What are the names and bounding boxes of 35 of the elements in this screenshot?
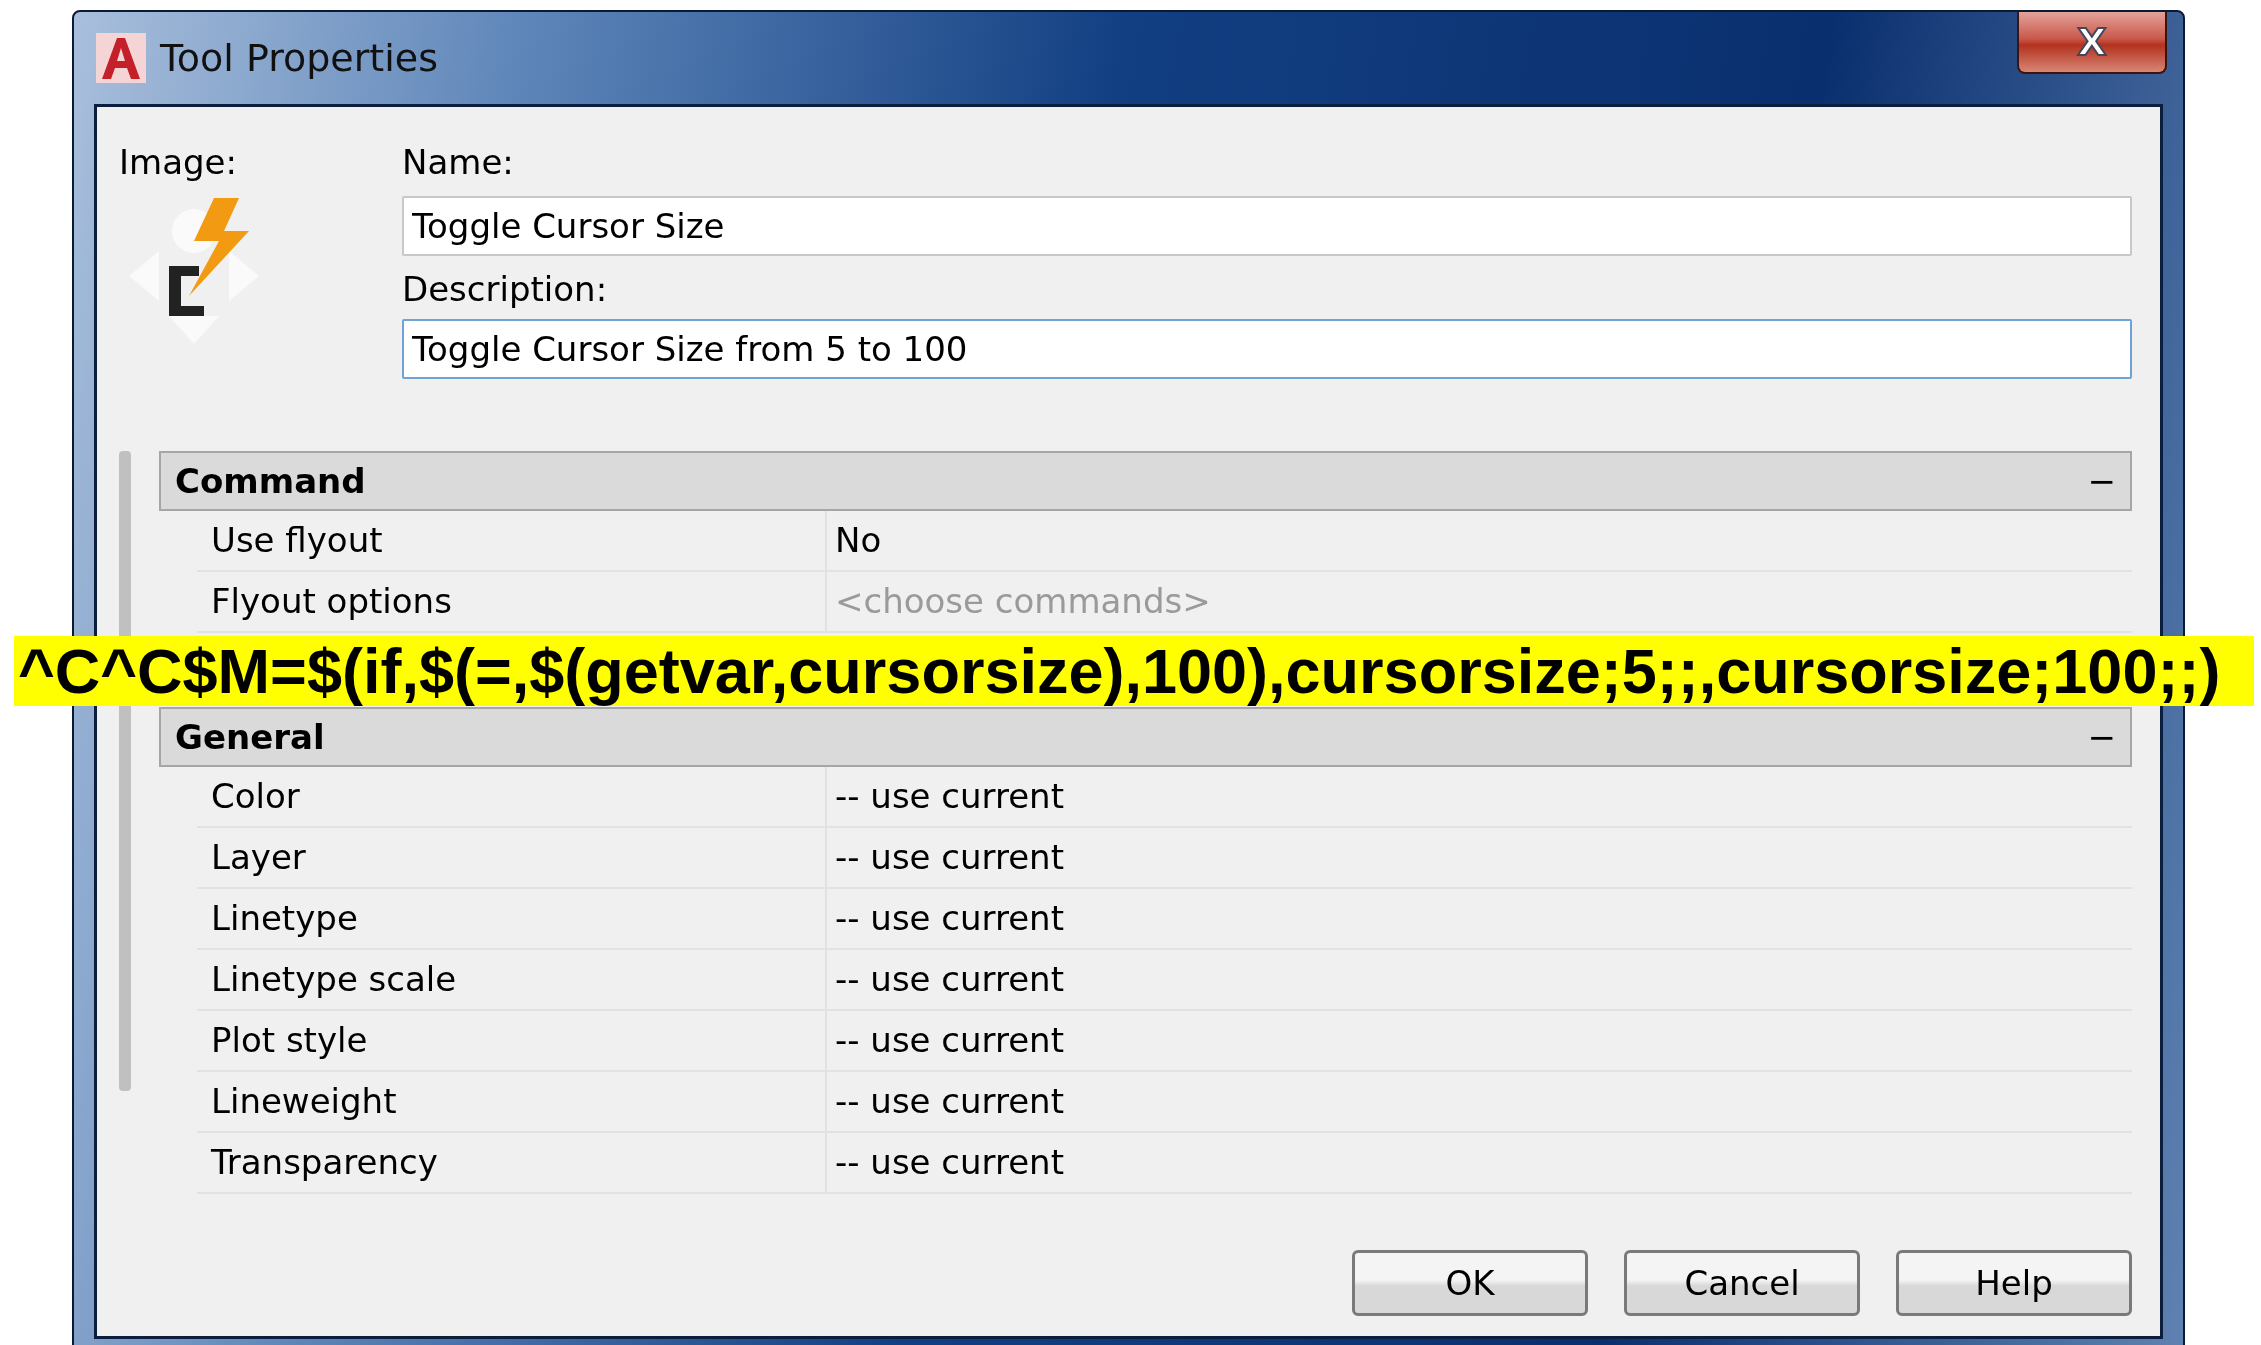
annotation-banner: ^C^C$M=$(if,$(=,$(getvar,cursorsize),100),cursorsize;5;;,cursorsize;100;;) (14, 636, 2254, 706)
name-field[interactable]: Toggle Cursor Size (402, 196, 2132, 256)
close-button[interactable]: X (2017, 12, 2167, 74)
property-name: Lineweight (197, 1072, 827, 1131)
property-value[interactable]: -- use current (827, 828, 1064, 887)
collapse-toggle[interactable]: − (2087, 711, 2116, 763)
property-value[interactable]: No (827, 511, 882, 570)
property-value[interactable]: -- use current (827, 950, 1064, 1009)
collapse-toggle[interactable]: − (2087, 455, 2116, 507)
dialog-button[interactable]: Help (1896, 1250, 2132, 1316)
section-header[interactable]: General − (159, 707, 2132, 767)
image-label: Image: (119, 141, 238, 184)
description-label: Description: (402, 268, 609, 311)
property-value[interactable]: -- use current (827, 1011, 1064, 1070)
section-header[interactable]: Command − (159, 451, 2132, 511)
description-field[interactable]: Toggle Cursor Size from 5 to 100 (402, 319, 2132, 379)
property-value[interactable]: -- use current (827, 767, 1064, 826)
section-title: Command (175, 459, 366, 503)
property-name: Linetype scale (197, 950, 827, 1009)
dialog-button[interactable]: Cancel (1624, 1250, 1860, 1316)
property-name: Flyout options (197, 572, 827, 631)
property-value[interactable]: -- use current (827, 889, 1064, 948)
property-value[interactable]: -- use current (827, 1072, 1064, 1131)
property-name: Transparency (197, 1133, 827, 1192)
property-name: Color (197, 767, 827, 826)
property-name: Layer (197, 828, 827, 887)
property-name: Linetype (197, 889, 827, 948)
app-logo-icon (96, 33, 146, 83)
dialog-button[interactable]: OK (1352, 1250, 1588, 1316)
property-name: Plot style (197, 1011, 827, 1070)
property-value[interactable]: -- use current (827, 1133, 1064, 1192)
name-label: Name: (402, 141, 515, 184)
section-title: General (175, 715, 325, 759)
property-name: Use flyout (197, 511, 827, 570)
window-title: Tool Properties (160, 34, 438, 82)
